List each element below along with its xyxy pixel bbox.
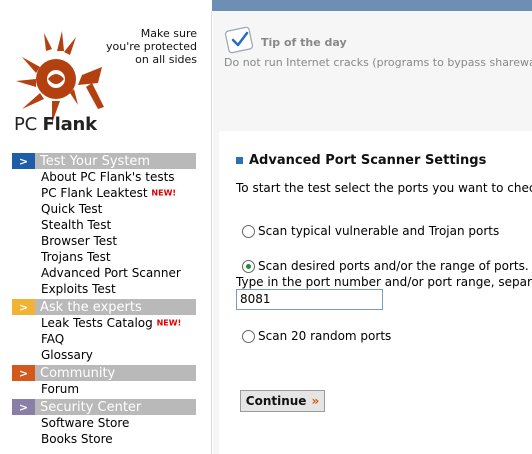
menu-item-glossary[interactable]: Glossary xyxy=(41,347,196,363)
menu-item-faq[interactable]: FAQ xyxy=(41,331,196,347)
option-label: Scan 20 random ports xyxy=(258,329,392,343)
new-badge: NEW! xyxy=(156,318,182,328)
continue-button[interactable]: Continue » xyxy=(240,390,325,412)
section-test-your-system[interactable]: > Test Your System xyxy=(12,153,196,169)
menu-item-browser-test[interactable]: Browser Test xyxy=(41,233,196,249)
option-random-ports[interactable]: Scan 20 random ports xyxy=(242,329,391,343)
new-badge: NEW! xyxy=(151,188,177,198)
option-desired-ports[interactable]: Scan desired ports and/or the range of p… xyxy=(242,259,529,273)
menu-item-forum[interactable]: Forum xyxy=(41,381,196,397)
top-bar xyxy=(0,0,532,11)
menu-item-quick-test[interactable]: Quick Test xyxy=(41,201,196,217)
section-title: Community xyxy=(40,365,116,381)
main-content: Tip of the day Do not run Internet crack… xyxy=(213,11,532,454)
tagline: Make sure you're protected on all sides xyxy=(87,27,197,66)
test-your-system-list: About PC Flank's tests PC Flank Leaktest… xyxy=(12,169,196,297)
port-input[interactable]: 8081 xyxy=(236,289,383,310)
menu-item-stealth-test[interactable]: Stealth Test xyxy=(41,217,196,233)
port-input-hint: Type in the port number and/or port rang… xyxy=(236,275,532,289)
security-center-list: Software Store Books Store xyxy=(12,415,196,447)
section-title: Test Your System xyxy=(40,153,151,169)
sidebar-menu: > Test Your System About PC Flank's test… xyxy=(12,151,196,447)
sidebar: PC Flank Make sure you're protected on a… xyxy=(0,11,212,454)
tip-text: Do not run Internet cracks (programs to … xyxy=(224,56,532,69)
menu-item-books-store[interactable]: Books Store xyxy=(41,431,196,447)
double-arrow-icon: » xyxy=(311,394,320,408)
section-title: Ask the experts xyxy=(40,299,142,315)
heading-square-icon xyxy=(236,157,243,164)
continue-label: Continue xyxy=(245,394,307,408)
menu-item-about-tests[interactable]: About PC Flank's tests xyxy=(41,169,196,185)
section-community[interactable]: > Community xyxy=(12,365,196,381)
section-ask-the-experts[interactable]: > Ask the experts xyxy=(12,299,196,315)
option-typical-ports[interactable]: Scan typical vulnerable and Trojan ports xyxy=(242,224,499,238)
menu-item-exploits-test[interactable]: Exploits Test xyxy=(41,281,196,297)
top-bar-left xyxy=(0,0,212,11)
chevron-right-icon: > xyxy=(12,399,35,415)
menu-item-label: Leak Tests Catalog xyxy=(41,316,153,330)
checkmark-note-icon xyxy=(224,26,254,54)
option-label: Scan desired ports and/or the range of p… xyxy=(258,259,529,273)
chevron-right-icon: > xyxy=(12,299,35,315)
tip-title: Tip of the day xyxy=(261,36,347,49)
radio-typical-ports[interactable] xyxy=(242,224,255,238)
chevron-right-icon: > xyxy=(12,365,35,381)
section-title: Security Center xyxy=(40,399,142,415)
menu-item-software-store[interactable]: Software Store xyxy=(41,415,196,431)
menu-item-trojans-test[interactable]: Trojans Test xyxy=(41,249,196,265)
community-list: Forum xyxy=(12,381,196,397)
menu-item-label: PC Flank Leaktest xyxy=(41,186,148,200)
menu-item-leak-tests-catalog[interactable]: Leak Tests Catalog NEW! xyxy=(41,315,196,331)
menu-item-advanced-port-scanner[interactable]: Advanced Port Scanner xyxy=(41,265,196,281)
page-title: Advanced Port Scanner Settings xyxy=(236,153,486,168)
chevron-right-icon: > xyxy=(12,153,35,169)
intro-text: To start the test select the ports you w… xyxy=(236,181,532,195)
tagline-line-1: Make sure xyxy=(140,27,197,40)
ask-the-experts-list: Leak Tests Catalog NEW! FAQ Glossary xyxy=(12,315,196,363)
tagline-line-2: you're protected xyxy=(106,40,197,53)
option-label: Scan typical vulnerable and Trojan ports xyxy=(258,224,500,238)
radio-selected-dot xyxy=(246,263,251,269)
radio-random-ports[interactable] xyxy=(242,329,255,343)
brand-name-regular: PC xyxy=(14,114,43,135)
brand-name-bold: Flank xyxy=(42,114,98,135)
section-security-center[interactable]: > Security Center xyxy=(12,399,196,415)
page-title-text: Advanced Port Scanner Settings xyxy=(249,153,487,168)
radio-desired-ports[interactable] xyxy=(242,259,255,273)
tagline-line-3: on all sides xyxy=(135,53,197,66)
brand-name: PC Flank xyxy=(14,114,97,135)
menu-item-leaktest[interactable]: PC Flank Leaktest NEW! xyxy=(41,185,196,201)
